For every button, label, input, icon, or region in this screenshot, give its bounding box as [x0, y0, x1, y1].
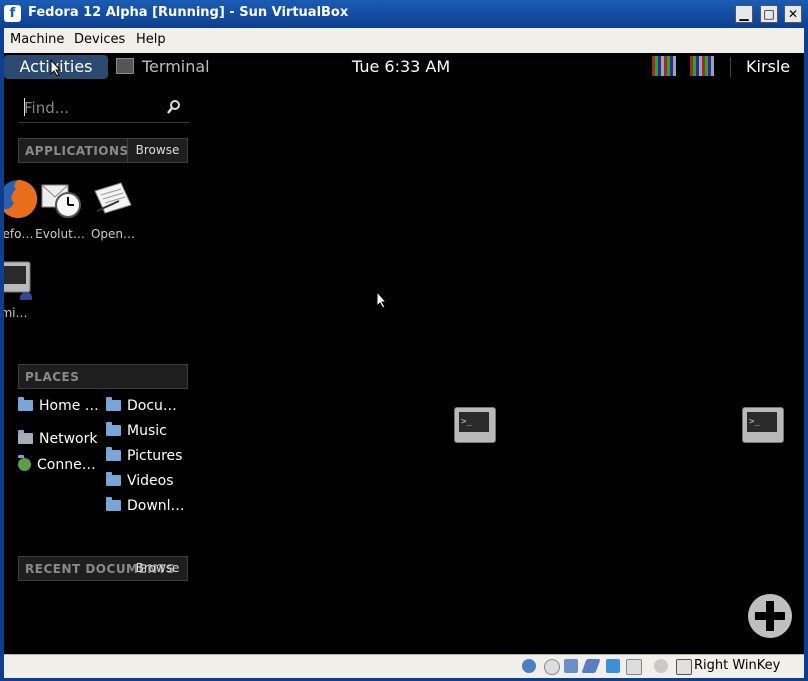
home-folder-icon [18, 397, 33, 411]
folder-icon [106, 447, 121, 461]
places-header-label: PLACES [25, 370, 80, 384]
guest-display[interactable]: Activities Terminal Tue 6:33 AM Kirsle A… [4, 53, 804, 654]
place-label: Docu… [127, 398, 177, 414]
places-header: PLACES [18, 364, 188, 389]
app-label: Open… [90, 227, 136, 241]
app-terminal[interactable]: mi… [4, 260, 44, 320]
menu-help[interactable]: Help [136, 32, 166, 47]
panel-clock[interactable]: Tue 6:33 AM [352, 53, 450, 80]
app-evolution[interactable]: Evolut… [30, 177, 90, 241]
recent-browse-button[interactable]: Browse [128, 557, 187, 580]
folder-icon [106, 472, 121, 486]
tray-network-icon[interactable] [652, 56, 676, 76]
search-input[interactable] [24, 97, 154, 119]
place-label: Videos [127, 473, 174, 489]
openoffice-writer-icon [94, 182, 132, 214]
app-openoffice[interactable]: Open… [83, 177, 143, 241]
shared-folders-icon[interactable] [606, 659, 620, 673]
app-label: mi… [4, 306, 28, 320]
search-box [18, 94, 190, 123]
network-adapter-icon[interactable] [564, 659, 578, 673]
user-menu[interactable]: Kirsle [746, 53, 790, 80]
workspace-window-terminal[interactable]: >_ [454, 407, 496, 443]
place-music[interactable]: Music [106, 422, 167, 439]
host-key-label: Right WinKey [694, 658, 781, 673]
app-menu-terminal[interactable]: Terminal [116, 53, 210, 80]
mouse-pointer-icon [376, 291, 388, 309]
mouse-integration-icon[interactable] [654, 659, 668, 673]
applications-header: APPLICATIONS Browse [18, 138, 188, 163]
network-icon [18, 430, 33, 444]
place-downloads[interactable]: Downl… [106, 497, 185, 514]
search-icon[interactable] [166, 99, 182, 115]
place-connect-server[interactable]: Conne… [18, 455, 96, 473]
minimize-button[interactable]: ▁ [735, 5, 753, 23]
maximize-button[interactable]: □ [760, 5, 778, 23]
terminal-icon [4, 261, 32, 304]
evolution-icon [41, 184, 81, 218]
folder-icon [106, 397, 121, 411]
place-home[interactable]: Home … [18, 397, 99, 414]
recent-documents-header: RECENT DOCUMENTS Browse [18, 556, 188, 581]
window-frame-right [804, 28, 808, 681]
app-label: Evolut… [35, 227, 85, 241]
text-caret [24, 98, 25, 116]
virtualbox-statusbar: Right WinKey [4, 654, 804, 678]
menubar: Machine Devices Help [4, 28, 804, 54]
usb-icon[interactable] [581, 659, 601, 673]
terminal-thumbnail-screen: >_ [459, 412, 489, 432]
terminal-icon [116, 57, 134, 74]
gnome-top-panel: Activities Terminal Tue 6:33 AM Kirsle [4, 53, 804, 80]
add-workspace-plus-icon[interactable] [748, 594, 792, 638]
host-key-arrow-down-icon[interactable] [676, 659, 692, 675]
place-documents[interactable]: Docu… [106, 397, 177, 414]
place-label: Pictures [127, 448, 183, 464]
place-label: Home … [39, 398, 99, 414]
workspace-window-terminal[interactable]: >_ [742, 407, 784, 443]
window-titlebar: f Fedora 12 Alpha [Running] - Sun Virtua… [0, 0, 808, 28]
place-label: Network [39, 431, 98, 447]
place-pictures[interactable]: Pictures [106, 447, 183, 464]
virtualbox-fedora-logo-icon: f [4, 5, 21, 22]
place-network[interactable]: Network [18, 430, 98, 447]
cd-dvd-icon[interactable] [544, 659, 560, 675]
window-title: Fedora 12 Alpha [Running] - Sun VirtualB… [28, 5, 349, 20]
place-videos[interactable]: Videos [106, 472, 174, 489]
globe-icon [18, 455, 31, 471]
applications-browse-button[interactable]: Browse [127, 139, 187, 162]
tray-volume-icon[interactable] [690, 56, 714, 76]
place-label: Music [127, 423, 167, 439]
terminal-thumbnail-screen: >_ [747, 412, 777, 432]
hard-disk-icon[interactable] [522, 659, 536, 673]
folder-icon [106, 497, 121, 511]
place-label: Conne… [37, 457, 96, 473]
virtualization-icon[interactable] [626, 659, 642, 675]
menu-devices[interactable]: Devices [74, 32, 125, 47]
tray-separator [730, 57, 731, 77]
menu-machine[interactable]: Machine [10, 32, 64, 47]
applications-header-label: APPLICATIONS [25, 144, 129, 158]
app-menu-label: Terminal [142, 57, 210, 76]
place-label: Downl… [127, 498, 185, 514]
mouse-pointer-icon [50, 59, 62, 77]
close-button[interactable]: ✕ [784, 5, 802, 23]
folder-icon [106, 422, 121, 436]
